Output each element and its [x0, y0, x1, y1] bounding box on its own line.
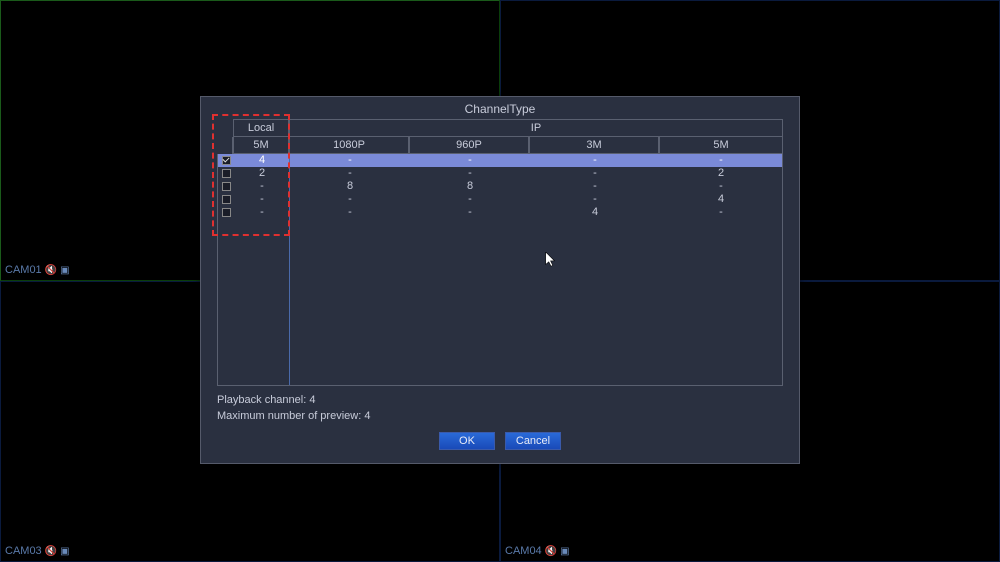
column-header-960p: 960P: [409, 137, 529, 154]
column-header-local-5m: 5M: [233, 137, 289, 154]
table-cell: -: [290, 167, 410, 180]
table-cell: -: [410, 193, 530, 206]
camera-icon: ▣: [560, 546, 569, 557]
table-row[interactable]: ----4: [218, 193, 782, 206]
column-group-local: Local: [233, 119, 289, 137]
row-checkbox[interactable]: [218, 169, 234, 178]
table-cell: 4: [530, 206, 660, 219]
ok-button[interactable]: OK: [439, 432, 495, 450]
camera-grid: CAM01 🔇 ▣ CAM03 🔇 ▣ CAM04 🔇 ▣ ChannelTyp…: [0, 0, 1000, 562]
channel-table: Local IP 5M 1080P 960P 3M 5M 4----2---2-…: [217, 119, 783, 386]
table-cell: -: [530, 154, 660, 167]
table-cell: -: [530, 167, 660, 180]
table-cell: -: [234, 180, 290, 193]
column-header-ip-5m: 5M: [659, 137, 783, 154]
max-preview-text: Maximum number of preview: 4: [217, 408, 783, 424]
table-cell: -: [290, 206, 410, 219]
audio-icon: 🔇: [545, 546, 557, 557]
table-cell: 2: [660, 167, 782, 180]
table-cell: 2: [234, 167, 290, 180]
playback-channel-text: Playback channel: 4: [217, 392, 783, 408]
table-cell: 4: [234, 154, 290, 167]
table-cell: -: [234, 206, 290, 219]
camera-label-1: CAM01 🔇 ▣: [5, 264, 70, 276]
table-cell: -: [234, 193, 290, 206]
camera-label-4: CAM04 🔇 ▣: [505, 545, 570, 557]
table-cell: 4: [660, 193, 782, 206]
table-row[interactable]: -88--: [218, 180, 782, 193]
row-checkbox[interactable]: [218, 208, 234, 217]
table-cell: -: [410, 154, 530, 167]
audio-icon: 🔇: [45, 546, 57, 557]
column-divider: [289, 154, 290, 385]
table-cell: -: [410, 167, 530, 180]
table-cell: 8: [290, 180, 410, 193]
camera-icon: ▣: [60, 265, 69, 276]
column-header-1080p: 1080P: [289, 137, 409, 154]
table-row[interactable]: ---4-: [218, 206, 782, 219]
column-group-ip: IP: [289, 119, 783, 137]
dialog-title: ChannelType: [201, 97, 799, 119]
footer-info: Playback channel: 4 Maximum number of pr…: [217, 392, 783, 424]
table-cell: -: [410, 206, 530, 219]
camera-label-3: CAM03 🔇 ▣: [5, 545, 70, 557]
table-cell: -: [290, 154, 410, 167]
table-body: 4----2---2-88------4---4-: [217, 154, 783, 386]
table-cell: -: [290, 193, 410, 206]
audio-icon: 🔇: [45, 265, 57, 276]
table-row[interactable]: 2---2: [218, 167, 782, 180]
row-checkbox[interactable]: [218, 195, 234, 204]
table-cell: 8: [410, 180, 530, 193]
table-cell: -: [660, 180, 782, 193]
table-cell: -: [530, 180, 660, 193]
camera-icon: ▣: [60, 546, 69, 557]
row-checkbox[interactable]: [218, 182, 234, 191]
table-row[interactable]: 4----: [218, 154, 782, 167]
column-header-3m: 3M: [529, 137, 659, 154]
row-checkbox[interactable]: [218, 156, 234, 165]
cancel-button[interactable]: Cancel: [505, 432, 561, 450]
table-cell: -: [660, 206, 782, 219]
table-cell: -: [530, 193, 660, 206]
channel-type-dialog: ChannelType Local IP 5M 1080P 960P 3M 5M…: [200, 96, 800, 464]
table-cell: -: [660, 154, 782, 167]
